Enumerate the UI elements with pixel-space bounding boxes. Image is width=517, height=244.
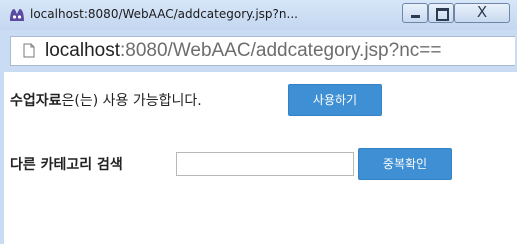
use-button[interactable]: 사용하기	[288, 84, 382, 116]
minimize-button[interactable]	[402, 3, 428, 23]
url-text: localhost:8080/WebAAC/addcategory.jsp?nc…	[45, 40, 441, 62]
availability-message: 수업자료은(는) 사용 가능합니다.	[10, 90, 202, 110]
page-content: 수업자료은(는) 사용 가능합니다. 사용하기 다른 카테고리 검색 중복확인	[4, 72, 517, 244]
title-bar[interactable]: localhost:8080/WebAAC/addcategory.jsp?n.…	[0, 0, 517, 30]
category-name: 수업자료	[10, 93, 62, 109]
url-field[interactable]: localhost:8080/WebAAC/addcategory.jsp?nc…	[10, 36, 515, 66]
maximize-button[interactable]	[428, 3, 454, 23]
browser-window: localhost:8080/WebAAC/addcategory.jsp?n.…	[0, 0, 517, 244]
category-search-input[interactable]	[176, 152, 354, 176]
duplicate-check-button[interactable]: 중복확인	[358, 148, 452, 180]
app-icon	[10, 9, 24, 21]
close-button[interactable]: X	[454, 3, 510, 23]
address-bar: localhost:8080/WebAAC/addcategory.jsp?nc…	[0, 30, 517, 70]
page-icon	[23, 43, 35, 58]
search-label: 다른 카테고리 검색	[10, 157, 123, 173]
availability-text: 은(는) 사용 가능합니다.	[61, 93, 202, 109]
window-title: localhost:8080/WebAAC/addcategory.jsp?n.…	[30, 7, 298, 21]
url-host: localhost	[45, 40, 120, 61]
url-path: :8080/WebAAC/addcategory.jsp?nc==	[120, 40, 442, 61]
close-icon: X	[476, 3, 488, 21]
